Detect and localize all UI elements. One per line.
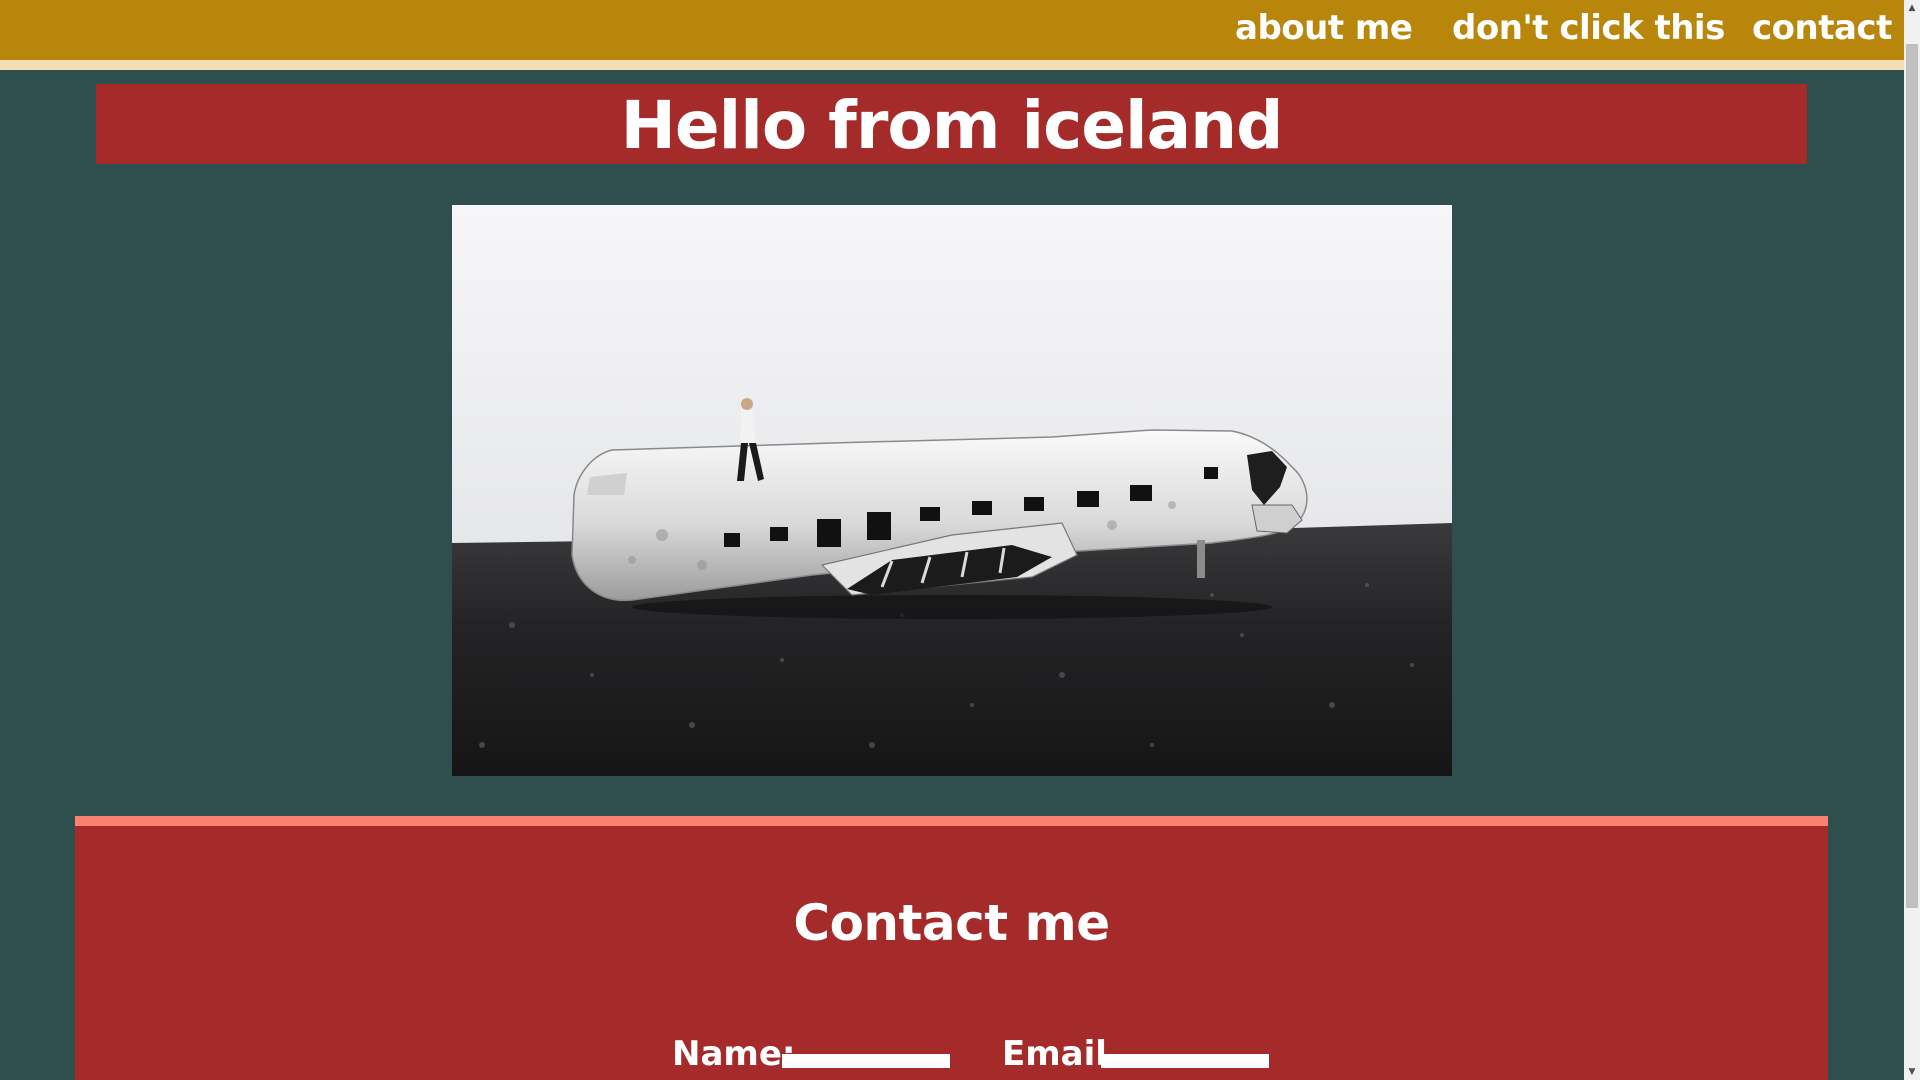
- triangle-up-icon[interactable]: ▲: [1904, 0, 1920, 16]
- title-banner: Hello from iceland: [96, 84, 1807, 164]
- page: about me don't click this contact Hello …: [0, 0, 1920, 1080]
- nav-link-contact[interactable]: contact: [1752, 8, 1892, 48]
- contact-heading: Contact me: [793, 894, 1110, 952]
- scrollbar-thumb[interactable]: [1906, 44, 1918, 908]
- nav-link-about-me[interactable]: about me: [1235, 8, 1413, 48]
- top-navigation-bar: about me don't click this contact: [0, 0, 1904, 70]
- contact-form: Name: Email: [75, 1034, 1828, 1080]
- plane-wreck-photo: [452, 205, 1452, 776]
- plane-wreck-illustration: [452, 205, 1452, 776]
- name-input[interactable]: [782, 1054, 950, 1068]
- nav-link-dont-click-this[interactable]: don't click this: [1452, 8, 1725, 48]
- email-input[interactable]: [1101, 1054, 1269, 1068]
- vertical-scrollbar[interactable]: ▲ ▼: [1904, 0, 1920, 1080]
- name-label: Name:: [672, 1034, 796, 1074]
- contact-section: Contact me Name: Email: [75, 816, 1828, 1080]
- email-label: Email: [1002, 1034, 1107, 1074]
- triangle-down-icon[interactable]: ▼: [1904, 1064, 1920, 1080]
- page-title: Hello from iceland: [620, 87, 1284, 164]
